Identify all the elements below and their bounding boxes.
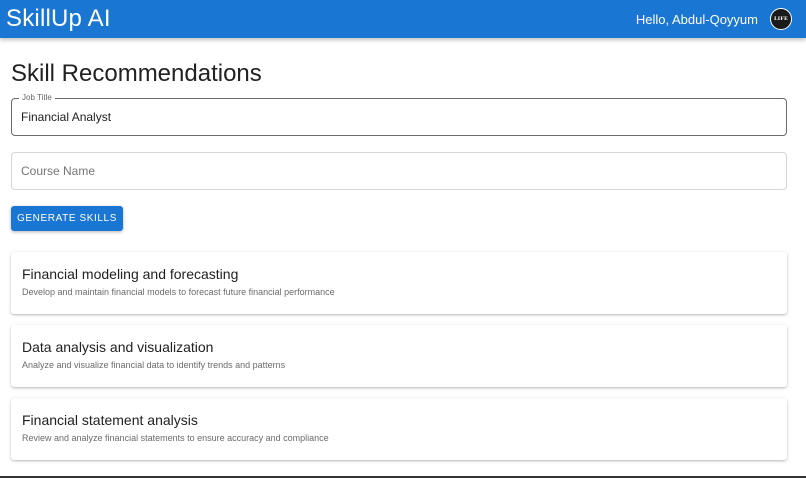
skill-list: Financial modeling and forecasting Devel… <box>11 252 787 460</box>
skill-title: Financial modeling and forecasting <box>22 266 239 282</box>
skill-description: Review and analyze financial statements … <box>22 433 329 443</box>
avatar[interactable]: LIFE <box>770 8 792 30</box>
brand-logo-text[interactable]: SkillUp AI <box>6 5 111 33</box>
skill-card: Data analysis and visualization Analyze … <box>11 325 787 387</box>
skill-card: Financial modeling and forecasting Devel… <box>11 252 787 314</box>
course-name-field[interactable] <box>11 152 787 190</box>
job-title-label: Job Title <box>19 93 55 103</box>
generate-skills-button[interactable]: GENERATE SKILLS <box>11 206 123 231</box>
skill-title: Financial statement analysis <box>22 412 198 428</box>
job-title-field[interactable]: Job Title <box>11 93 787 136</box>
page-title: Skill Recommendations <box>11 60 262 87</box>
app-bar: SkillUp AI Hello, Abdul-Qoyyum LIFE <box>0 0 806 38</box>
avatar-logo-text: LIFE <box>773 16 788 22</box>
user-area: Hello, Abdul-Qoyyum LIFE <box>636 8 792 30</box>
skill-description: Analyze and visualize financial data to … <box>22 360 286 370</box>
job-title-input[interactable] <box>21 110 777 124</box>
skill-description: Develop and maintain financial models to… <box>22 287 335 297</box>
skill-card: Financial statement analysis Review and … <box>11 398 787 460</box>
skill-title: Data analysis and visualization <box>22 339 214 355</box>
user-greeting: Hello, Abdul-Qoyyum <box>635 11 758 27</box>
main-content: Skill Recommendations Job Title GENERATE… <box>11 38 787 471</box>
course-name-input[interactable] <box>21 164 777 178</box>
